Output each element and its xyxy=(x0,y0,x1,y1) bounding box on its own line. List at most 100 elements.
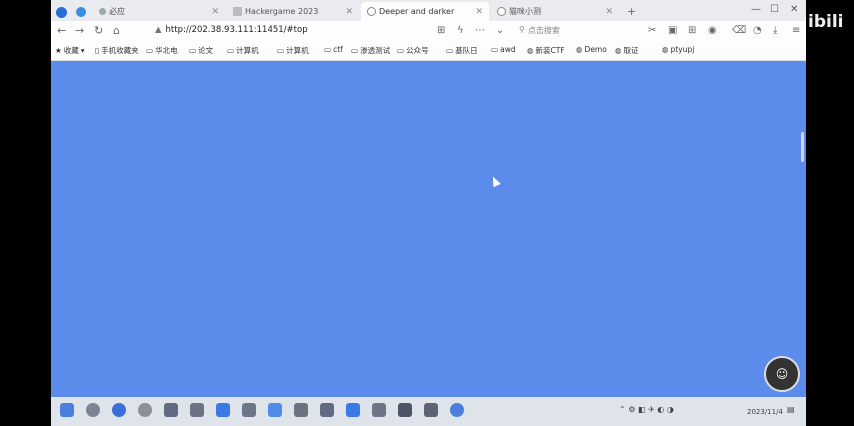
bookmark-item[interactable]: ▭ awd xyxy=(491,45,516,54)
bookmark-item[interactable]: ▭ 公众号 xyxy=(397,45,429,56)
folder-icon: ▭ xyxy=(446,46,454,55)
app-icon[interactable] xyxy=(138,403,152,417)
app-icon[interactable] xyxy=(216,403,230,417)
folder-icon: ▯ xyxy=(95,46,100,55)
app-icon[interactable] xyxy=(294,403,308,417)
tab-strip: 必应 ✕ Hackergame 2023 ✕ Deeper and darker… xyxy=(51,0,806,21)
maximize-button[interactable]: ☐ xyxy=(770,4,779,15)
search-box[interactable]: ⚲ 点击搜索 xyxy=(519,25,560,36)
bookmark-item[interactable]: ◍ 新装CTF xyxy=(527,45,565,56)
close-window-button[interactable]: ✕ xyxy=(790,4,798,15)
clock[interactable]: 2023/11/4 xyxy=(747,408,783,416)
new-tab-button[interactable]: + xyxy=(621,2,642,21)
history-icon[interactable]: ◔ xyxy=(753,25,762,36)
bookmark-item[interactable]: ◍ 取证 xyxy=(615,45,639,56)
close-icon[interactable]: ✕ xyxy=(345,7,353,17)
chevron-down-icon: ▾ xyxy=(80,46,85,55)
account-icon[interactable]: ▣ xyxy=(668,25,677,36)
app-icon[interactable] xyxy=(190,403,204,417)
app-icon[interactable] xyxy=(450,403,464,417)
lightning-icon[interactable]: ϟ xyxy=(457,25,464,36)
folder-icon: ▭ xyxy=(227,46,235,55)
tab-bing[interactable]: 必应 ✕ xyxy=(93,2,225,21)
page-content[interactable]: ☺ xyxy=(51,61,806,397)
globe-icon: ◍ xyxy=(615,46,622,55)
star-icon: ★ xyxy=(55,46,62,55)
folder-icon: ▭ xyxy=(146,46,154,55)
minimize-button[interactable]: — xyxy=(751,4,761,15)
tray-icons[interactable]: ⌃ ⚙ ◧ ✈ ◐ ◑ xyxy=(619,405,674,414)
app-icon[interactable] xyxy=(164,403,178,417)
navigation-bar: ← → ↻ ⌂ ▲ http://202.38.93.111:11451/#to… xyxy=(51,21,806,42)
browser-app-icon[interactable] xyxy=(112,403,126,417)
page-icon xyxy=(233,7,242,16)
scrollbar[interactable] xyxy=(801,132,804,162)
app-icon[interactable] xyxy=(346,403,360,417)
bookmark-item[interactable]: ◍ ptyupj xyxy=(662,45,694,54)
trash-icon[interactable]: ⌫ xyxy=(732,25,746,36)
app-icon[interactable] xyxy=(242,403,256,417)
tab-label: Hackergame 2023 xyxy=(245,7,319,16)
close-icon[interactable]: ✕ xyxy=(605,7,613,17)
bookmark-item[interactable]: ▭ 华北电 xyxy=(146,45,178,56)
download-icon[interactable]: ⤓ xyxy=(773,25,777,36)
app-icon[interactable] xyxy=(320,403,334,417)
lock-icon: ▲ xyxy=(155,25,162,35)
face-icon: ☺ xyxy=(775,367,789,381)
tab-deeper-darker[interactable]: Deeper and darker ✕ xyxy=(361,2,489,21)
mouse-cursor-icon xyxy=(489,174,501,188)
reload-button[interactable]: ↻ xyxy=(94,24,103,38)
globe-icon xyxy=(367,7,376,16)
floating-assistant-button[interactable]: ☺ xyxy=(764,356,800,392)
app-icon[interactable] xyxy=(398,403,412,417)
chevron-down-icon[interactable]: ⌄ xyxy=(496,25,504,36)
url-text: http://202.38.93.111:11451/#top xyxy=(165,25,308,35)
tab-label: 必应 xyxy=(109,7,125,16)
settings-icon[interactable] xyxy=(86,403,100,417)
taskbar: ⌃ ⚙ ◧ ✈ ◐ ◑ 2023/11/4 ▤ xyxy=(51,397,806,426)
tab-hackergame[interactable]: Hackergame 2023 ✕ xyxy=(227,2,359,21)
tab-label: Deeper and darker xyxy=(379,7,455,16)
address-bar[interactable]: ▲ http://202.38.93.111:11451/#top xyxy=(155,25,308,35)
bookmark-item[interactable]: ▭ 计算机 xyxy=(227,45,259,56)
start-menu-icon[interactable] xyxy=(60,403,74,417)
folder-icon: ▭ xyxy=(491,45,499,54)
gamepad-icon[interactable]: ◉ xyxy=(708,25,717,36)
folder-icon: ▭ xyxy=(324,45,332,54)
bookmark-item[interactable]: ▭ 基队日 xyxy=(446,45,478,56)
grid-icon[interactable]: ⊞ xyxy=(688,25,696,36)
app-icon[interactable] xyxy=(424,403,438,417)
back-button[interactable]: ← xyxy=(57,24,66,38)
close-icon[interactable]: ✕ xyxy=(211,7,219,17)
forward-button[interactable]: → xyxy=(75,24,84,38)
search-icon xyxy=(99,8,106,15)
tab-label: 猫咪小测 xyxy=(509,7,541,16)
bookmarks-bar: ★ 收藏 ▾ ▯ 手机收藏夹 ▭ 华北电 ▭ 论文 ▭ 计算机 ▭ 计算机 ▭ ctf ▭ 渗透测… xyxy=(51,42,806,61)
extensions-icon[interactable]: ⋯ xyxy=(475,25,485,36)
bookmark-item[interactable]: ▭ 计算机 xyxy=(277,45,309,56)
search-placeholder: 点击搜索 xyxy=(527,26,560,35)
bookmark-item[interactable]: ★ 收藏 ▾ xyxy=(55,45,85,56)
search-icon: ⚲ xyxy=(519,25,525,34)
app-icon[interactable] xyxy=(268,403,282,417)
folder-icon: ▭ xyxy=(189,46,197,55)
globe-icon: ◍ xyxy=(662,45,669,54)
close-icon[interactable]: ✕ xyxy=(475,7,483,17)
home-button[interactable]: ⌂ xyxy=(113,24,120,38)
tab-icon-button[interactable] xyxy=(73,2,89,21)
folder-icon: ▭ xyxy=(351,46,359,55)
video-watermark: ibili xyxy=(808,12,844,32)
bookmark-item[interactable]: ▭ 渗透测试 xyxy=(351,45,390,56)
app-icon[interactable] xyxy=(372,403,386,417)
bookmark-item[interactable]: ▭ ctf xyxy=(324,45,343,54)
browser-logo-icon[interactable] xyxy=(53,3,70,22)
globe-icon: ◍ xyxy=(576,45,583,54)
translate-icon[interactable]: ⊞ xyxy=(437,25,445,36)
tab-cat-quiz[interactable]: 猫咪小测 ✕ xyxy=(491,2,619,21)
bookmark-item[interactable]: ▭ 论文 xyxy=(189,45,213,56)
bookmark-item[interactable]: ◍ Demo xyxy=(576,45,607,54)
menu-icon[interactable]: ≡ xyxy=(792,25,800,36)
bookmark-item[interactable]: ▯ 手机收藏夹 xyxy=(95,45,139,56)
cut-icon[interactable]: ✂ xyxy=(648,25,656,36)
notification-icon[interactable]: ▤ xyxy=(787,405,795,414)
